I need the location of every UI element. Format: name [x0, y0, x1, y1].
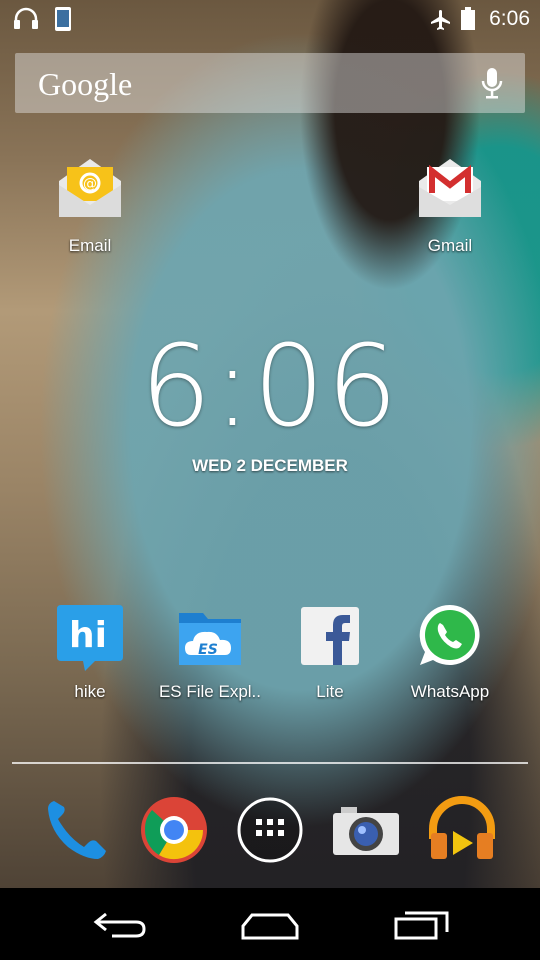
hike-icon: hi [57, 605, 123, 671]
headphones-icon [14, 7, 38, 29]
navigation-bar [0, 888, 540, 960]
app-drawer-icon[interactable] [235, 795, 305, 865]
google-logo: Google [38, 66, 133, 102]
back-icon[interactable] [92, 910, 148, 940]
app-label: Email [68, 236, 112, 255]
svg-text:ES: ES [198, 642, 218, 658]
airplane-icon [431, 10, 450, 30]
app-label: WhatsApp [410, 682, 490, 701]
gmail-icon [419, 159, 481, 217]
camera-icon[interactable] [331, 795, 401, 865]
folder-cloud-icon: ES [179, 613, 241, 665]
svg-text:@: @ [83, 176, 97, 192]
app-es-file-explorer[interactable]: ES ES File Expl.. [150, 601, 270, 702]
clock-widget-time[interactable]: 6:06 [0, 322, 540, 452]
google-search-bar[interactable]: Google [15, 53, 525, 113]
facebook-icon [301, 607, 359, 665]
status-time: 6:06 [489, 7, 530, 30]
app-whatsapp[interactable]: WhatsApp [390, 601, 510, 702]
recents-icon[interactable] [393, 910, 451, 940]
dock-divider [12, 762, 528, 764]
email-icon: @ [59, 159, 121, 217]
app-label: ES File Expl.. [158, 682, 262, 701]
app-label: Gmail [427, 236, 473, 255]
svg-text:hi: hi [69, 615, 107, 656]
clock-widget-date[interactable]: WED 2 DECEMBER [0, 456, 540, 476]
status-bar: 6:06 [0, 0, 540, 38]
app-facebook-lite[interactable]: Lite [270, 601, 390, 702]
app-label: Lite [316, 682, 344, 701]
app-email[interactable]: @ Email [30, 155, 150, 256]
phone-icon[interactable] [40, 795, 110, 865]
app-gmail[interactable]: Gmail [390, 155, 510, 256]
whatsapp-icon [419, 604, 480, 665]
battery-icon [461, 7, 475, 30]
home-icon[interactable] [240, 912, 300, 940]
app-hike[interactable]: hi hike [30, 601, 150, 702]
chrome-icon[interactable] [139, 795, 209, 865]
app-label: hike [74, 682, 106, 701]
play-music-icon[interactable] [427, 795, 497, 865]
mic-icon[interactable] [479, 67, 505, 101]
phone-icon [55, 7, 71, 31]
